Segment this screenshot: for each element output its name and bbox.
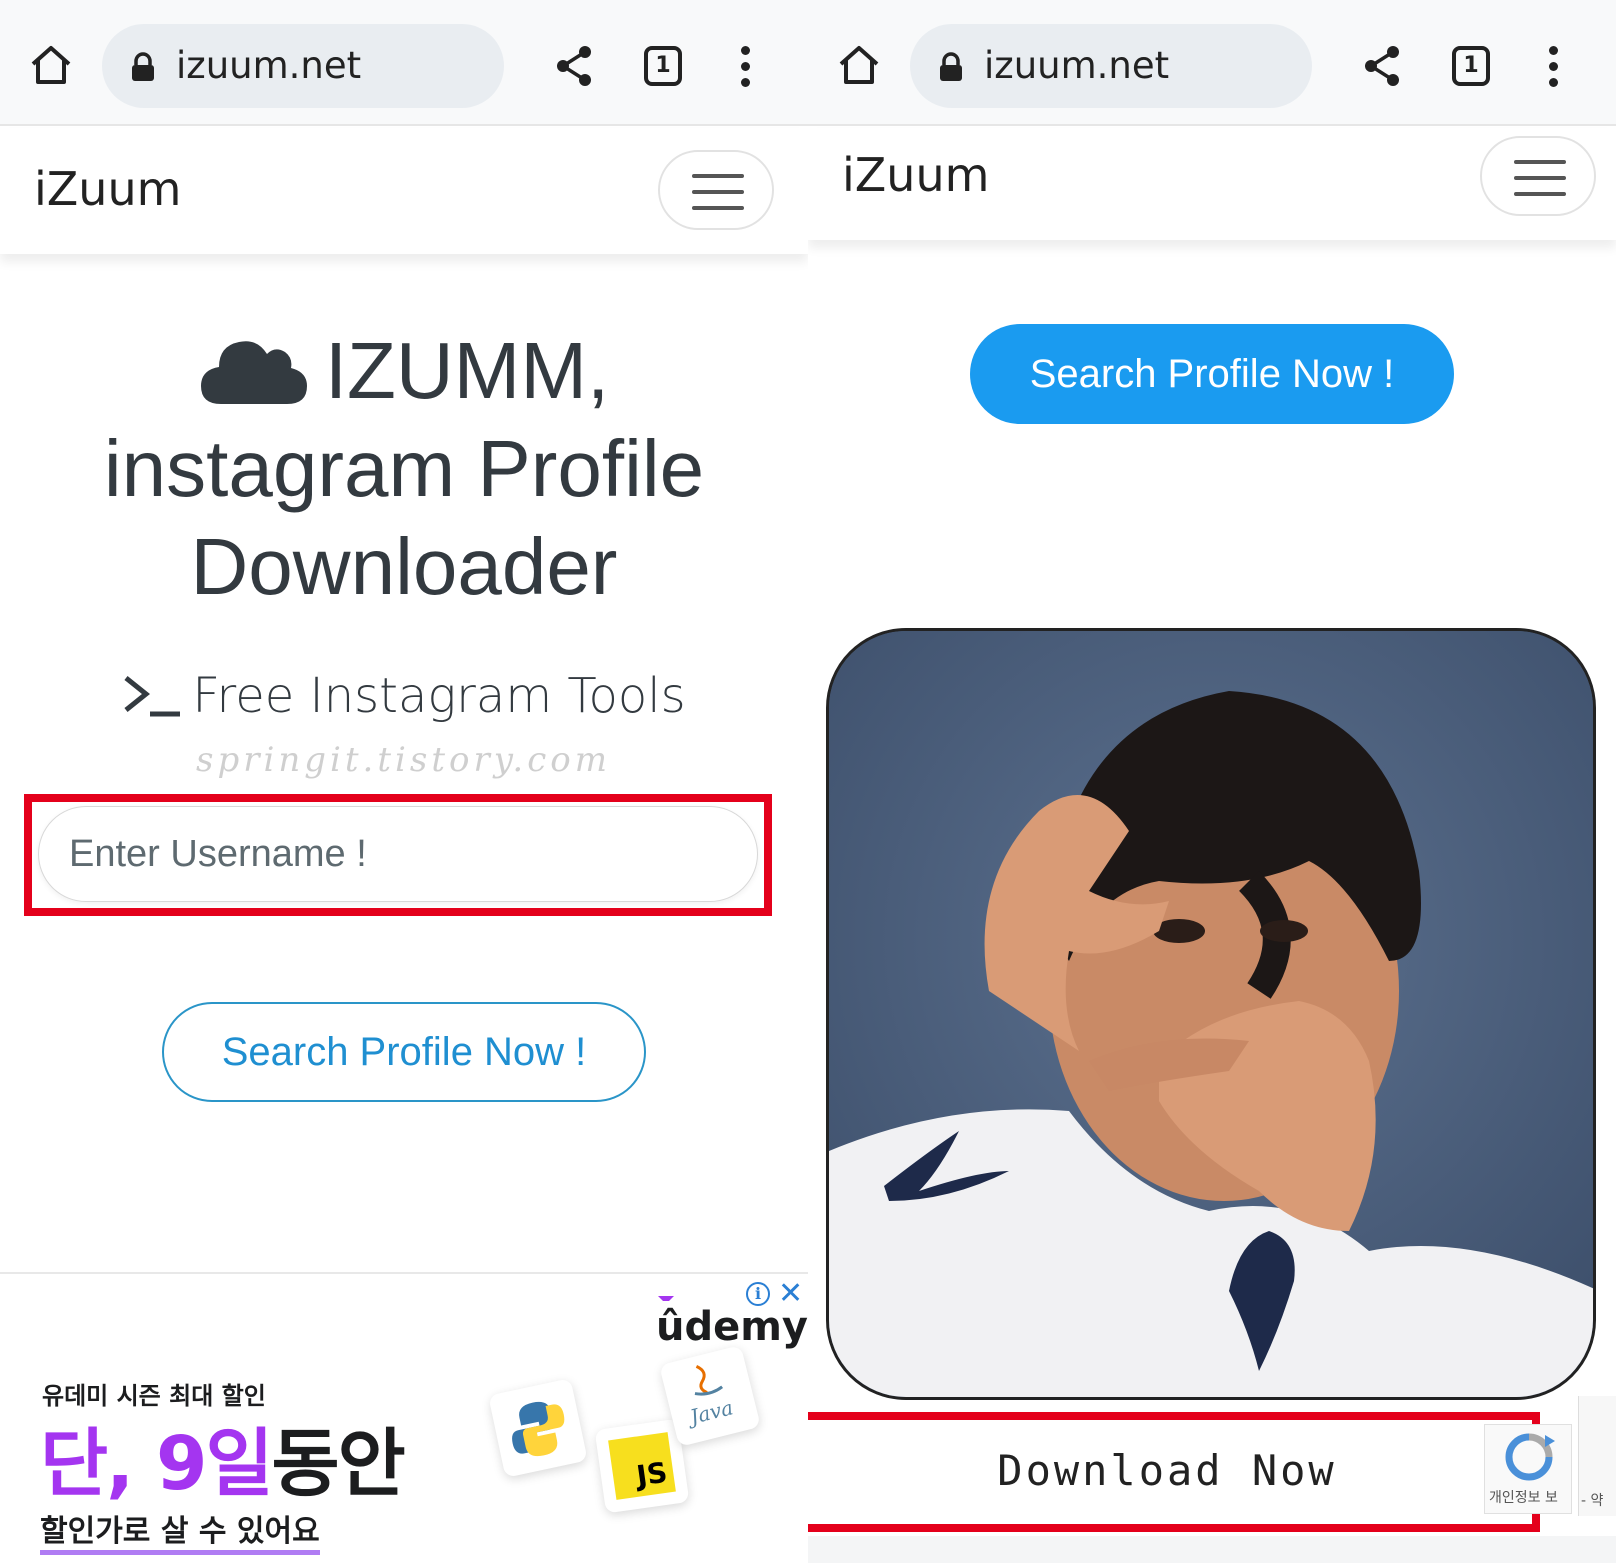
python-icon (488, 1378, 588, 1478)
tab-count: 1 (1463, 53, 1479, 78)
recaptcha-terms-text[interactable]: - 약 (1581, 1490, 1603, 1510)
terminal-icon (124, 676, 181, 717)
hero-title-line1: IZUMM, (324, 326, 610, 415)
site-navbar: iZuum (808, 128, 1616, 240)
site-navbar: iZuum (0, 128, 808, 254)
ad-headline: 단, 9일동안 (40, 1404, 406, 1511)
bottom-strip (808, 1536, 1616, 1563)
home-icon[interactable] (836, 42, 882, 88)
nav-toggle-button[interactable] (1480, 136, 1596, 216)
recaptcha-side-panel: - 약 (1578, 1396, 1616, 1516)
watermark: springit.tistory.com (196, 740, 611, 780)
hero-title-line2: instagram Profile (103, 424, 705, 513)
home-icon[interactable] (28, 42, 74, 88)
tab-switcher-button[interactable]: 1 (644, 46, 682, 86)
ad-info-icon[interactable]: i (746, 1282, 770, 1306)
browser-toolbar: izuum.net 1 (0, 0, 808, 126)
recaptcha-privacy-text[interactable]: 개인정보 보 (1489, 1487, 1558, 1507)
lock-icon (940, 52, 962, 81)
site-brand[interactable]: iZuum (842, 148, 989, 202)
subtitle-text: Free Instagram Tools (192, 668, 686, 724)
hero-title-line1-row: IZUMM, (20, 322, 788, 420)
ad-bottom-text: 할인가로 살 수 있어요 (40, 1506, 320, 1555)
comparison-screenshot: izuum.net 1 iZuum IZUMM, instagram Profi… (0, 0, 1616, 1563)
profile-photo (826, 628, 1596, 1400)
nav-toggle-button[interactable] (658, 150, 774, 230)
more-menu-icon[interactable] (738, 46, 752, 87)
js-label: JS (634, 1455, 670, 1493)
username-input[interactable] (38, 806, 758, 902)
search-profile-button[interactable]: Search Profile Now ! (162, 1002, 646, 1102)
share-icon[interactable] (554, 44, 594, 88)
udemy-logo: ûdemy (656, 1304, 808, 1350)
url-text[interactable]: izuum.net (984, 44, 1169, 87)
site-brand[interactable]: iZuum (34, 162, 181, 216)
udemy-ad-banner[interactable]: i ✕ ûdemy 유데미 시즌 최대 할인 단, 9일동안 할인가로 살 수 … (0, 1272, 808, 1563)
download-now-button[interactable]: Download Now (808, 1422, 1530, 1518)
lock-icon (132, 52, 154, 81)
ad-headline-highlight: 단, 9일 (40, 1421, 274, 1507)
recaptcha-icon (1505, 1433, 1555, 1481)
more-menu-icon[interactable] (1546, 46, 1560, 87)
left-panel: izuum.net 1 iZuum IZUMM, instagram Profi… (0, 0, 808, 1563)
search-profile-button[interactable]: Search Profile Now ! (970, 324, 1454, 424)
hero-title: IZUMM, instagram Profile Downloader (20, 322, 788, 616)
tab-switcher-button[interactable]: 1 (1452, 46, 1490, 86)
js-badge: JS (608, 1432, 676, 1500)
profile-photo-illustration (829, 631, 1593, 1397)
hero-title-line3: Downloader (190, 522, 618, 611)
recaptcha-badge[interactable]: 개인정보 보 (1484, 1424, 1572, 1514)
browser-toolbar: izuum.net 1 (808, 0, 1616, 126)
share-icon[interactable] (1362, 44, 1402, 88)
cloud-icon (200, 341, 307, 404)
url-text[interactable]: izuum.net (176, 44, 361, 87)
subtitle-row: Free Instagram Tools (0, 668, 808, 724)
right-panel: izuum.net 1 iZuum Search Profile Now ! D… (808, 0, 1616, 1563)
tab-count: 1 (655, 53, 671, 78)
ad-headline-rest: 동안 (271, 1421, 406, 1507)
